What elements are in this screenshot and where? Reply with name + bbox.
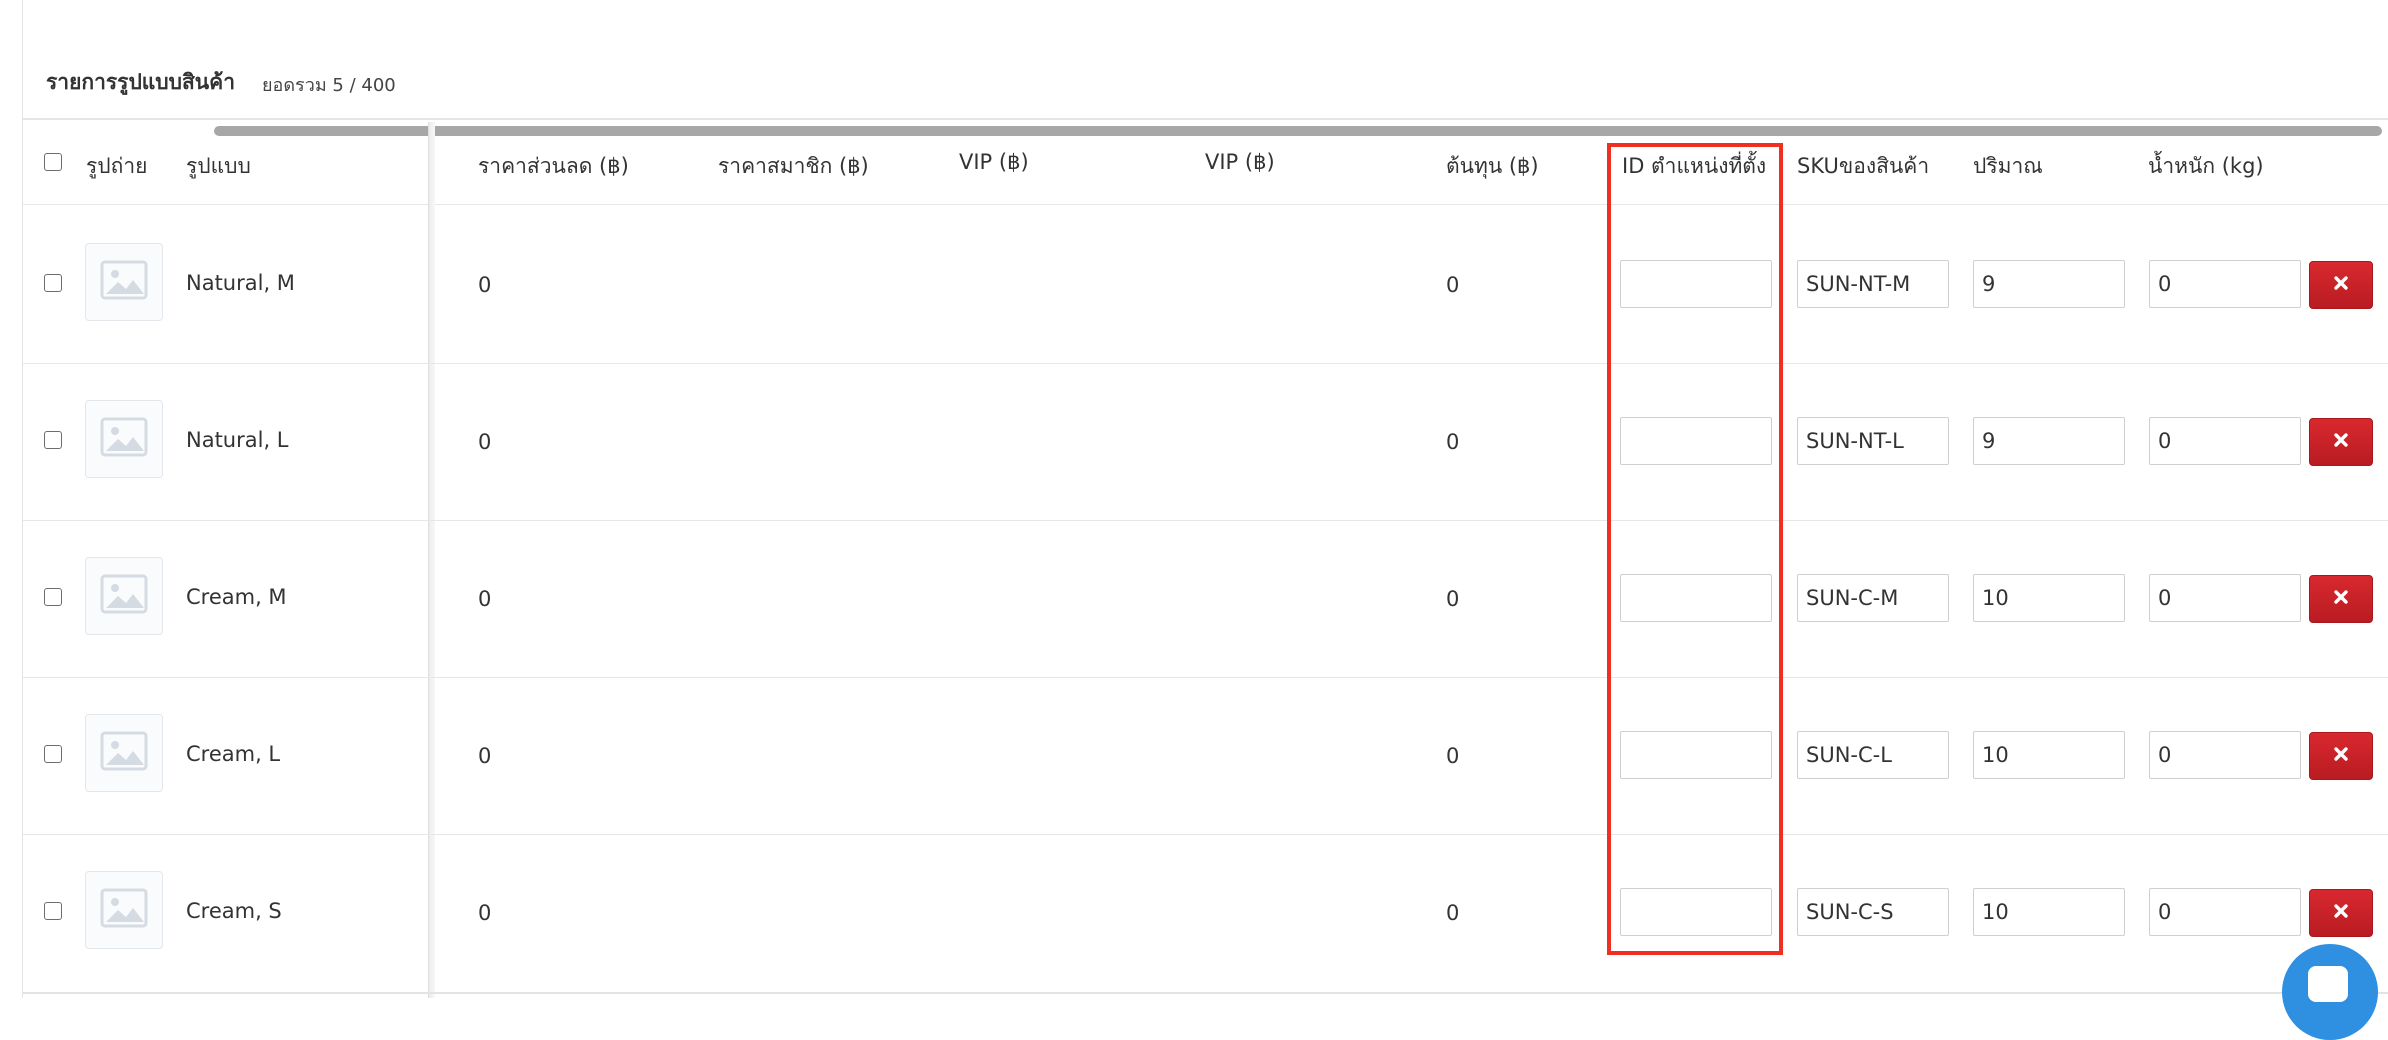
row-checkbox[interactable] [44,744,62,763]
column-header-member-price: ราคาสมาชิก (฿) [718,154,869,178]
chat-icon [2308,966,2348,1002]
delete-row-button[interactable] [2309,260,2373,309]
variant-name: Cream, M [186,584,287,609]
variant-name: Cream, S [186,898,282,923]
image-placeholder-icon [100,731,148,775]
quantity-input[interactable]: 10 [1973,573,2125,622]
variant-thumbnail[interactable] [85,399,163,478]
table-bottom-border [23,992,2388,994]
retail-price-value[interactable]: 0 [478,901,491,925]
header-divider [23,204,2388,205]
cost-value[interactable]: 0 [1446,901,1459,925]
close-icon [2333,275,2349,295]
variant-name: Natural, L [186,427,289,452]
image-placeholder-icon [100,260,148,304]
column-header-cost: ต้นทุน (฿) [1446,154,1539,178]
quantity-input[interactable]: 10 [1973,730,2125,779]
horizontal-scrollbar[interactable] [214,126,2382,136]
delete-row-button[interactable] [2309,888,2373,937]
weight-input[interactable]: 0 [2149,730,2301,779]
column-header-weight: น้ำหนัก (kg) [2148,154,2264,178]
sku-input[interactable]: SUN-NT-L [1797,416,1949,465]
column-header-quantity: ปริมาณ [1973,154,2043,178]
weight-input[interactable]: 0 [2149,416,2301,465]
weight-input[interactable]: 0 [2149,259,2301,308]
quantity-input[interactable]: 9 [1973,416,2125,465]
variant-count: ยอดรวม 5 / 400 [262,75,396,96]
close-icon [2333,746,2349,766]
sku-input[interactable]: SUN-C-M [1797,573,1949,622]
image-placeholder-icon [100,417,148,461]
retail-price-value[interactable]: 0 [478,430,491,454]
delete-row-button[interactable] [2309,574,2373,623]
location-id-column-highlight [1607,143,1783,955]
row-checkbox[interactable] [44,901,62,920]
close-icon [2333,903,2349,923]
cost-value[interactable]: 0 [1446,587,1459,611]
column-header-vip-price-1: VIP (฿) [959,150,1029,174]
cost-value[interactable]: 0 [1446,273,1459,297]
quantity-input[interactable]: 10 [1973,887,2125,936]
sku-input[interactable]: SUN-C-L [1797,730,1949,779]
weight-input[interactable]: 0 [2149,573,2301,622]
cost-value[interactable]: 0 [1446,430,1459,454]
row-checkbox[interactable] [44,430,62,449]
column-header-retail-price: ราคาส่วนลด (฿) [478,154,629,178]
image-placeholder-icon [100,574,148,618]
variant-thumbnail[interactable] [85,556,163,635]
variant-thumbnail[interactable] [85,242,163,321]
close-icon [2333,589,2349,609]
retail-price-value[interactable]: 0 [478,587,491,611]
variant-thumbnail[interactable] [85,870,163,949]
sku-input[interactable]: SUN-NT-M [1797,259,1949,308]
row-checkbox[interactable] [44,587,62,606]
variant-thumbnail[interactable] [85,713,163,792]
delete-row-button[interactable] [2309,417,2373,466]
top-divider [23,118,2388,120]
column-header-vip-price-2: VIP (฿) [1205,150,1275,174]
retail-price-value[interactable]: 0 [478,273,491,297]
quantity-input[interactable]: 9 [1973,259,2125,308]
variant-name: Cream, L [186,741,281,766]
row-checkbox[interactable] [44,273,62,292]
select-all-checkbox[interactable] [44,153,62,171]
retail-price-value[interactable]: 0 [478,744,491,768]
close-icon [2333,432,2349,452]
variant-name: Natural, M [186,270,295,295]
column-header-photo: รูปถ่าย [86,154,148,178]
section-title: รายการรูปแบบสินค้า [46,70,235,94]
sku-input[interactable]: SUN-C-S [1797,887,1949,936]
image-placeholder-icon [100,888,148,932]
column-header-variant: รูปแบบ [186,154,251,178]
delete-row-button[interactable] [2309,731,2373,780]
cost-value[interactable]: 0 [1446,744,1459,768]
column-header-sku: SKUของสินค้า [1797,154,1930,178]
weight-input[interactable]: 0 [2149,887,2301,936]
